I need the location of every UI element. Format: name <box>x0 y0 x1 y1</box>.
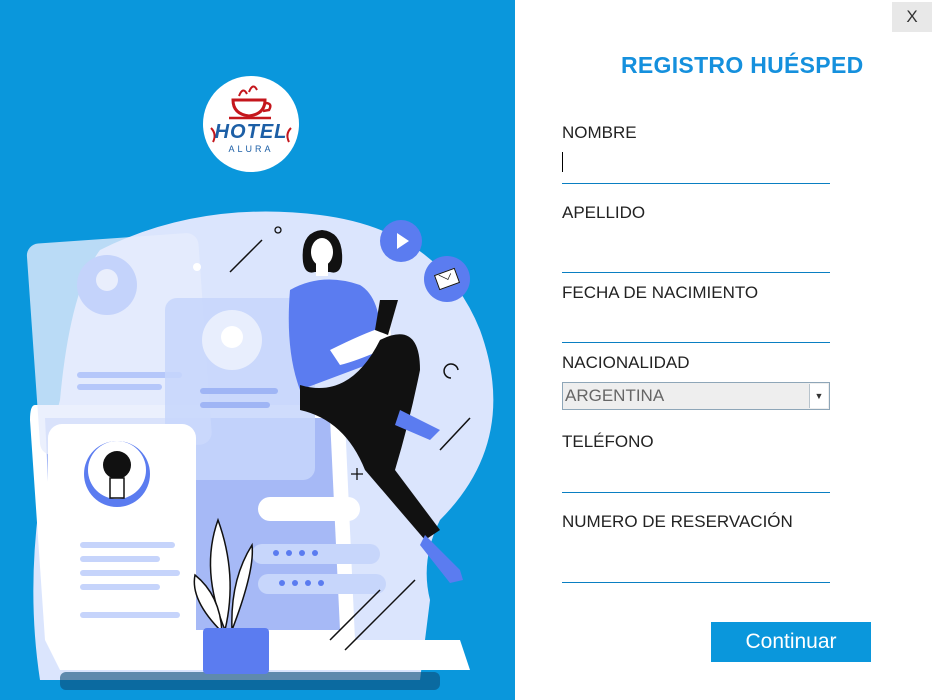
registration-window: HOTEL ALURA X REGISTRO HUÉSPED NOMBRE AP… <box>0 0 932 700</box>
chevron-down-icon[interactable]: ▼ <box>809 384 828 408</box>
hotel-logo: HOTEL ALURA <box>203 76 299 172</box>
nacionalidad-value: ARGENTINA <box>565 386 665 405</box>
apellido-input[interactable] <box>562 244 830 273</box>
mail-icon <box>424 256 470 302</box>
illustration-panel: HOTEL ALURA <box>0 0 515 700</box>
continue-button[interactable]: Continuar <box>711 622 871 662</box>
form-title: REGISTRO HUÉSPED <box>621 52 864 78</box>
nacionalidad-label: NACIONALIDAD <box>562 353 690 372</box>
nombre-label: NOMBRE <box>562 123 637 142</box>
continue-label[interactable]: Continuar <box>745 630 836 654</box>
telefono-input[interactable] <box>562 464 830 493</box>
numero-reserva-input[interactable] <box>562 554 830 583</box>
nombre-input[interactable] <box>562 155 830 184</box>
telefono-label: TELÉFONO <box>562 432 654 451</box>
nacionalidad-select[interactable]: ARGENTINA ▼ <box>562 382 830 410</box>
close-button[interactable]: X <box>892 2 932 32</box>
logo-subtitle: ALURA <box>228 144 274 154</box>
form-panel: X REGISTRO HUÉSPED NOMBRE APELLIDO FECHA… <box>515 0 932 700</box>
close-icon[interactable]: X <box>906 7 917 27</box>
fecha-label: FECHA DE NACIMIENTO <box>562 283 759 302</box>
logo-title: HOTEL <box>214 121 288 143</box>
text-cursor <box>562 152 563 172</box>
fecha-nacimiento-input[interactable] <box>562 314 830 343</box>
reserva-label: NUMERO DE RESERVACIÓN <box>562 512 793 531</box>
play-icon <box>380 220 422 262</box>
apellido-label: APELLIDO <box>562 203 646 222</box>
